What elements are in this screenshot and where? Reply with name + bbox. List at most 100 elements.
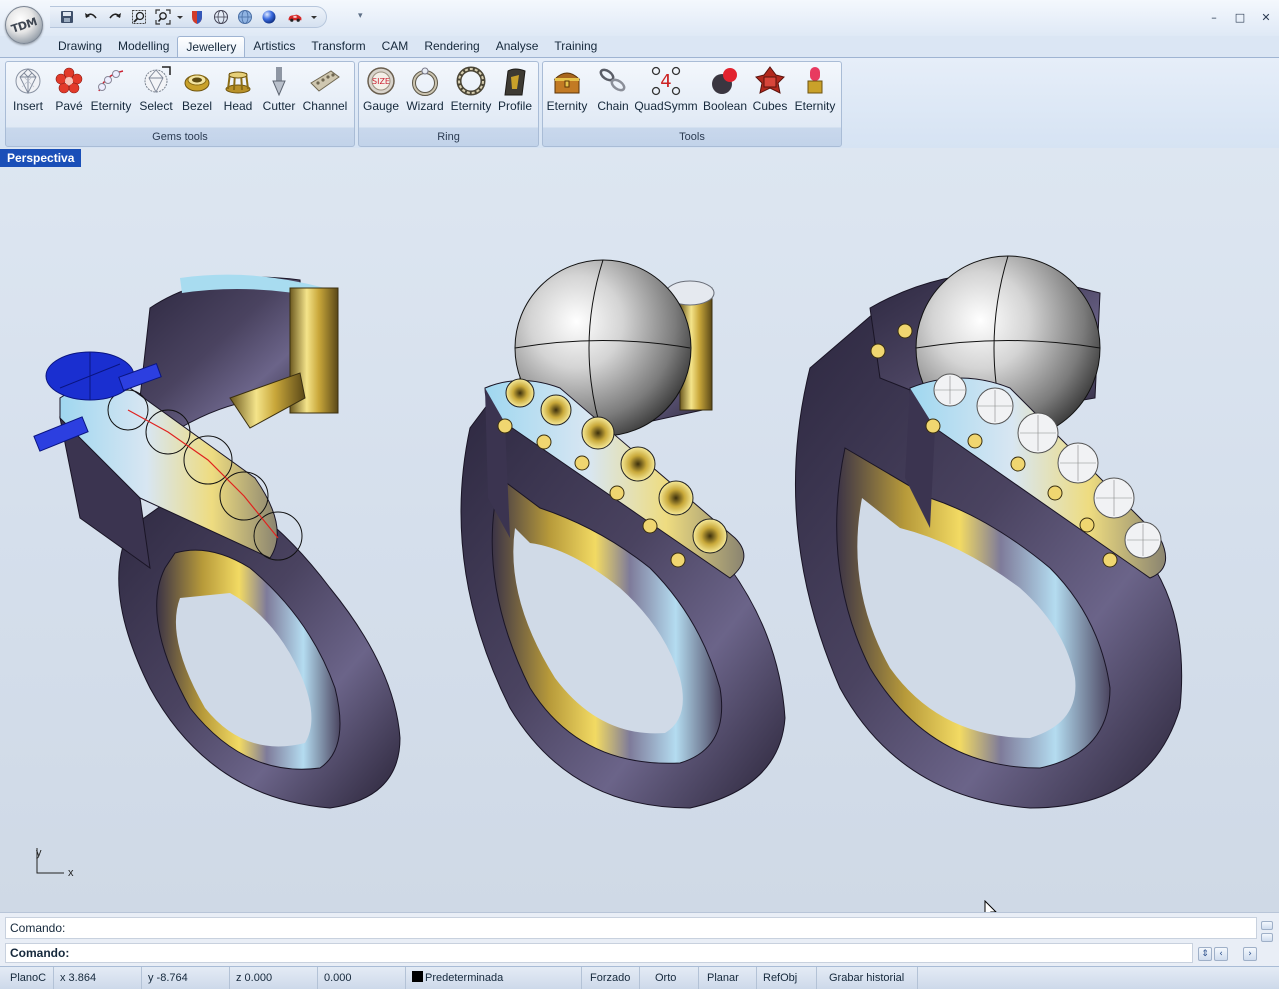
shaded-sphere-icon[interactable] <box>234 8 256 26</box>
status-planar-toggle[interactable]: Planar <box>701 967 757 989</box>
head-button[interactable]: Head <box>220 65 256 117</box>
status-orto-toggle[interactable]: Orto <box>649 967 699 989</box>
command-area: Comando: Comando: ⇕ ‹ › <box>0 912 1279 966</box>
tab-rendering[interactable]: Rendering <box>416 36 487 57</box>
pave-label: Pavé <box>55 99 83 113</box>
chain-label: Chain <box>597 99 629 113</box>
eternity-tools-button[interactable]: Eternity <box>545 65 589 117</box>
viewport-title[interactable]: Perspectiva <box>0 149 82 167</box>
dropdown-arrow-icon[interactable] <box>310 8 318 26</box>
ring-right[interactable] <box>794 255 1183 809</box>
status-layer[interactable]: Predeterminada <box>406 967 582 989</box>
ring-left[interactable] <box>33 274 401 809</box>
svg-text:SIZE: SIZE <box>372 77 390 86</box>
save-icon[interactable] <box>56 8 78 26</box>
history-scroll-down-icon[interactable] <box>1261 933 1273 942</box>
tab-cam[interactable]: CAM <box>374 36 417 57</box>
maximize-button[interactable]: □ <box>1233 10 1247 24</box>
quick-access-toolbar <box>50 6 327 28</box>
pin-eternity-label: Eternity <box>794 99 836 113</box>
redo-icon[interactable] <box>104 8 126 26</box>
history-scroll-up-icon[interactable] <box>1261 921 1273 930</box>
diamond-icon <box>15 68 41 95</box>
viewport-perspective[interactable]: Perspectiva y x <box>0 148 1279 912</box>
close-button[interactable]: ✕ <box>1259 10 1273 24</box>
eternity-ring-button[interactable]: Eternity <box>449 65 493 117</box>
ribbon: Insert Pavé Eternity Select Bezel Head C… <box>0 57 1279 148</box>
cutter-button[interactable]: Cutter <box>261 65 297 117</box>
quadsymm-button[interactable]: 4 QuadSymm <box>634 65 698 117</box>
head-icon <box>225 71 251 94</box>
chain-button[interactable]: Chain <box>593 65 633 117</box>
select-gem-button[interactable]: Select <box>138 65 174 117</box>
select-gem-icon <box>144 66 171 94</box>
status-x-coord: x 3.864 <box>54 967 142 989</box>
pin-eternity-icon <box>807 67 823 94</box>
boolean-button[interactable]: Boolean <box>703 65 747 117</box>
app-menu-button[interactable]: TDM <box>5 6 43 44</box>
cubes-icon <box>755 66 785 94</box>
ribbon-group-gems-tools: Insert Pavé Eternity Select Bezel Head C… <box>5 61 355 147</box>
wizard-button[interactable]: Wizard <box>405 65 445 117</box>
command-options-icon[interactable]: ⇕ <box>1198 947 1212 961</box>
command-history: Comando: <box>5 917 1257 939</box>
status-refobj-toggle[interactable]: RefObj <box>757 967 817 989</box>
gem-chain-icon <box>98 70 124 92</box>
undo-icon[interactable] <box>80 8 102 26</box>
eternity-gems-button[interactable]: Eternity <box>91 65 131 117</box>
world-axis-icon: y x <box>36 847 74 879</box>
tools-group-label: Tools <box>679 131 705 143</box>
eternity-gems-label: Eternity <box>90 99 132 113</box>
cubes-button[interactable]: Cubes <box>750 65 790 117</box>
cutter-icon <box>272 67 286 97</box>
bezel-label: Bezel <box>181 99 213 113</box>
insert-button[interactable]: Insert <box>10 65 46 117</box>
channel-button[interactable]: Channel <box>302 65 348 117</box>
dropdown-arrow-icon[interactable] <box>176 8 184 26</box>
tab-training[interactable]: Training <box>546 36 605 57</box>
status-distance: 0.000 <box>318 967 406 989</box>
shield-icon[interactable] <box>186 8 208 26</box>
size-gauge-icon: SIZE <box>367 67 395 95</box>
status-history-toggle[interactable]: Grabar historial <box>823 967 918 989</box>
car-render-icon[interactable] <box>282 8 308 26</box>
zoom-extents-icon[interactable] <box>152 8 174 26</box>
profile-button[interactable]: Profile <box>495 65 535 117</box>
ribbon-group-ring: SIZE Gauge Wizard Eternity Profile Ring <box>358 61 539 147</box>
ribbon-group-tools: Eternity Chain 4 QuadSymm Boolean Cubes … <box>542 61 842 147</box>
axis-y-label: y <box>36 847 42 859</box>
tab-jewellery[interactable]: Jewellery <box>177 36 246 57</box>
tab-drawing[interactable]: Drawing <box>50 36 110 57</box>
command-input[interactable]: Comando: <box>5 943 1193 963</box>
eternity-tools-label: Eternity <box>546 99 588 113</box>
quadsymm-icon: 4 <box>651 66 681 96</box>
pave-button[interactable]: Pavé <box>51 65 87 117</box>
status-plane[interactable]: PlanoC <box>4 967 54 989</box>
insert-label: Insert <box>12 99 43 113</box>
ring-middle[interactable] <box>460 259 786 809</box>
minimize-button[interactable]: – <box>1207 10 1221 24</box>
quadsymm-label: QuadSymm <box>634 99 698 113</box>
command-forward-icon[interactable]: › <box>1243 947 1257 961</box>
pin-eternity-button[interactable]: Eternity <box>793 65 837 117</box>
gauge-button[interactable]: SIZE Gauge <box>361 65 401 117</box>
bezel-button[interactable]: Bezel <box>179 65 215 117</box>
status-forzado-toggle[interactable]: Forzado <box>584 967 640 989</box>
bezel-icon <box>184 74 210 92</box>
command-back-icon[interactable]: ‹ <box>1214 947 1228 961</box>
select-gem-label: Select <box>139 99 173 113</box>
mouse-cursor-icon <box>984 900 997 912</box>
wireframe-sphere-icon[interactable] <box>210 8 232 26</box>
tab-artistics[interactable]: Artistics <box>245 36 303 57</box>
tab-modelling[interactable]: Modelling <box>110 36 177 57</box>
treasure-chest-icon <box>553 72 581 94</box>
window-controls: – □ ✕ <box>1207 10 1273 24</box>
tab-analyse[interactable]: Analyse <box>488 36 547 57</box>
layer-color-swatch <box>412 971 423 982</box>
customize-qat-icon[interactable]: ▾ <box>358 10 363 21</box>
rendered-sphere-icon[interactable] <box>258 8 280 26</box>
zoom-window-icon[interactable] <box>128 8 150 26</box>
gems-tools-group-label: Gems tools <box>152 131 208 143</box>
tab-transform[interactable]: Transform <box>303 36 373 57</box>
channel-icon <box>310 70 340 92</box>
